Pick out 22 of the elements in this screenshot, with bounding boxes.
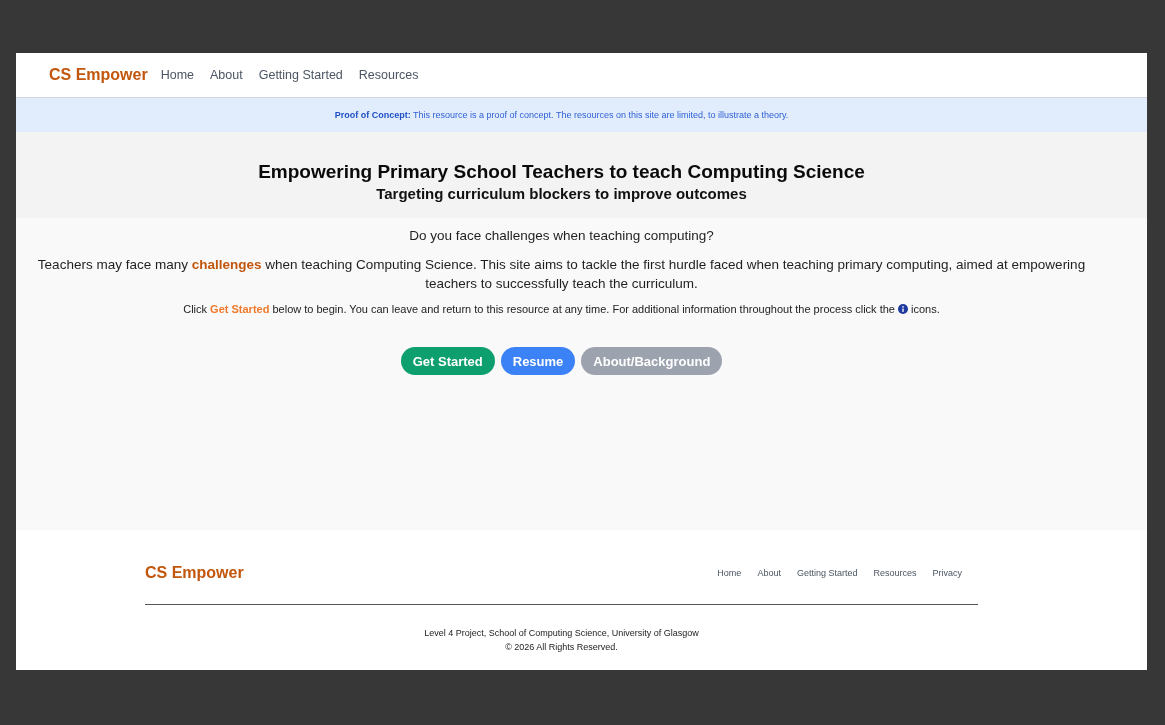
question-text: Do you face challenges when teaching computing? [409, 227, 714, 245]
nav-link[interactable]: Home [152, 68, 203, 82]
site-logo[interactable]: CS Empower [49, 66, 148, 84]
credit-text: Level 4 Project, School of Computing Science, University of Glasgow [423, 627, 700, 640]
hero-subtitle: Targeting curriculum blockers to improve outcomes [375, 184, 748, 203]
info-icon [898, 304, 908, 314]
nav-link[interactable]: Getting Started [250, 68, 351, 82]
nav-link[interactable]: About [202, 68, 251, 82]
notice-text: Proof of Concept: This resource is a proof of concept. The resources on this site are limited, to illustrate a theory. [334, 110, 789, 120]
nav-link[interactable]: Resources [350, 68, 427, 82]
footer-link[interactable]: Getting Started [796, 568, 858, 578]
footer-link[interactable]: Home [717, 568, 742, 578]
intro-paragraph: Teachers may face many challenges when teaching Computing Science. This site aims to tackle the first hurdle faced when teaching primary computing, aimed at empowering teachers to successfully teach the curriculum. [36, 256, 1087, 293]
hero-title: Empowering Primary School Teachers to teach Computing Science [257, 160, 866, 184]
footer-link[interactable]: Resources [873, 568, 917, 578]
inline-link[interactable]: challenges [191, 257, 262, 272]
footer-link[interactable]: Privacy [932, 568, 962, 578]
credit-text: © 2026 All Rights Reserved. [504, 641, 619, 654]
footer-link[interactable]: About [757, 568, 781, 578]
instruction-text: Click Get Started below to begin. You can leave and return to this resource at any time. For additional information throughout the process click the icons. [183, 302, 940, 317]
action-button[interactable]: Resume [500, 347, 576, 375]
footer-logo[interactable]: CS Empower [145, 564, 244, 582]
